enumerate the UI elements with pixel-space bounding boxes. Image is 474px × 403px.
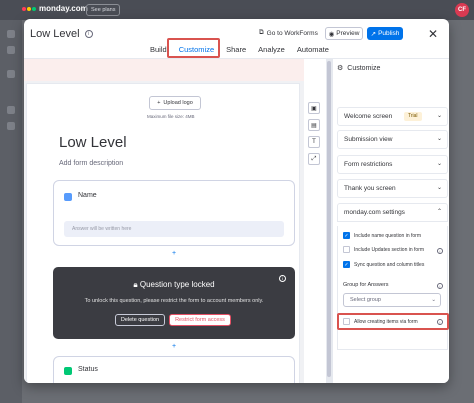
brand-name: monday.com <box>39 4 88 13</box>
checkbox[interactable] <box>343 246 350 253</box>
thank-you-screen-section[interactable]: Thank you screen ⌄ <box>337 179 448 198</box>
plus-icon: + <box>157 100 161 106</box>
include-name-option[interactable]: ✓ Include name question in form <box>343 232 421 239</box>
form-editor-modal: Low Level i Build Customize Share Analyz… <box>24 19 449 383</box>
section-label: Thank you screen <box>344 185 396 192</box>
form-restrictions-section[interactable]: Form restrictions ⌄ <box>337 155 448 174</box>
upload-logo-button[interactable]: + Upload logo <box>149 96 201 110</box>
allow-items-highlight <box>337 313 449 330</box>
delete-question-button[interactable]: Delete question <box>115 314 165 326</box>
expand-icon[interactable]: ⤢ <box>308 153 320 165</box>
logo-icon <box>22 6 36 11</box>
customize-panel: ⚙ Customize Welcome screen Trial ⌄ Submi… <box>332 59 449 383</box>
form-preview: + Upload logo Maximum file size: 4MB Low… <box>24 59 304 383</box>
app-sidebar <box>0 20 22 403</box>
chevron-down-icon: ⌄ <box>436 161 442 167</box>
checkbox-checked[interactable]: ✓ <box>343 232 350 239</box>
chevron-down-icon: ⌄ <box>436 136 442 142</box>
question-title: Name <box>78 192 97 199</box>
sidebar-work-icon[interactable] <box>7 46 15 54</box>
group-for-answers-label: Group for Answers <box>343 282 389 288</box>
add-question-icon[interactable]: + <box>172 250 176 257</box>
form-title[interactable]: Low Level <box>59 134 127 151</box>
option-label: Include Updates section in form <box>354 246 425 253</box>
layout-icon[interactable]: ▤ <box>308 119 320 131</box>
go-to-workforms-link[interactable]: ⧉ Go to WorkForms <box>259 29 318 37</box>
modal-title: Low Level <box>30 28 80 40</box>
go-to-workforms-label: Go to WorkForms <box>266 29 318 37</box>
locked-title-text: Question type locked <box>139 280 215 289</box>
option-label: Sync question and column titles <box>354 261 425 268</box>
max-file-size-note: Maximum file size: 4MB <box>147 114 195 119</box>
form-title-header: Low Level i <box>30 28 93 40</box>
info-icon[interactable]: i <box>437 283 443 289</box>
restrict-form-access-button[interactable]: Restrict form access <box>169 314 231 326</box>
customize-highlight <box>167 38 220 58</box>
trial-badge: Trial <box>404 112 422 121</box>
tab-analyze[interactable]: Analyze <box>252 44 291 57</box>
publish-button[interactable]: ↗ Publish <box>367 27 403 40</box>
preview-button[interactable]: ◉ Preview <box>325 27 363 40</box>
sidebar-home-icon[interactable] <box>7 30 15 38</box>
close-icon[interactable]: ✕ <box>428 27 438 41</box>
welcome-screen-section[interactable]: Welcome screen Trial ⌄ <box>337 107 448 126</box>
sidebar-workspace-icon[interactable] <box>7 70 15 78</box>
section-label: Submission view <box>344 136 393 143</box>
locked-message: To unlock this question, please restrict… <box>84 298 264 304</box>
tab-automate[interactable]: Automate <box>291 44 335 57</box>
chevron-up-icon: ⌃ <box>436 209 442 215</box>
image-icon[interactable]: ▣ <box>308 102 320 114</box>
upload-logo-label: Upload logo <box>163 100 193 106</box>
see-plans-button[interactable]: See plans <box>86 4 121 16</box>
section-label: Form restrictions <box>344 161 393 168</box>
locked-question-overlay: i 🔒︎ Question type locked To unlock this… <box>53 267 295 339</box>
sync-titles-option[interactable]: ✓ Sync question and column titles <box>343 261 424 268</box>
section-label: monday.com settings <box>344 209 405 216</box>
text-question-icon <box>64 193 72 201</box>
submission-view-section[interactable]: Submission view ⌄ <box>337 130 448 149</box>
eye-icon: ◉ <box>328 30 335 38</box>
form-card: + Upload logo Maximum file size: 4MB Low… <box>26 83 300 383</box>
external-link-icon: ⧉ <box>259 29 264 36</box>
chevron-down-icon: ⌄ <box>436 113 442 119</box>
info-icon[interactable]: i <box>437 248 443 254</box>
status-question-icon <box>64 367 72 375</box>
tab-share[interactable]: Share <box>220 44 252 57</box>
form-description[interactable]: Add form description <box>59 160 123 167</box>
group-select-value: Select group <box>350 297 381 303</box>
avatar[interactable]: CF <box>455 3 469 17</box>
question-card-name[interactable]: Name Answer will be written here <box>53 180 295 246</box>
checkbox-checked[interactable]: ✓ <box>343 261 350 268</box>
add-question-icon[interactable]: + <box>172 343 176 350</box>
monday-logo[interactable]: monday.com <box>22 4 88 13</box>
locked-title: 🔒︎ Question type locked <box>53 280 295 290</box>
preview-label: Preview <box>336 30 360 37</box>
sidebar-board-icon[interactable] <box>7 122 15 130</box>
share-icon: ↗ <box>370 30 377 38</box>
answer-placeholder: Answer will be written here <box>64 221 284 237</box>
gear-icon: ⚙ <box>337 65 344 72</box>
text-icon[interactable]: T <box>308 136 320 148</box>
question-card-status[interactable]: Status <box>53 356 295 383</box>
info-icon[interactable]: i <box>84 30 93 38</box>
editor-toolbar: ▣ ▤ T ⤢ <box>304 59 326 383</box>
app-topbar: monday.com See plans CF <box>0 0 474 20</box>
monday-settings-body: ✓ Include name question in form Include … <box>337 226 449 350</box>
panel-header: ⚙ Customize <box>337 64 381 73</box>
monday-settings-section[interactable]: monday.com settings ⌃ <box>337 203 448 222</box>
include-updates-option[interactable]: Include Updates section in form <box>343 246 424 253</box>
publish-label: Publish <box>378 30 400 37</box>
modal-header: Low Level i Build Customize Share Analyz… <box>24 19 449 59</box>
option-label: Include name question in form <box>354 232 421 239</box>
scrollbar-thumb[interactable] <box>327 61 331 377</box>
section-label: Welcome screen <box>344 113 393 120</box>
chevron-down-icon: ⌄ <box>436 185 442 191</box>
sidebar-board-icon[interactable] <box>7 106 15 114</box>
group-select[interactable]: Select group ⌄ <box>343 293 441 307</box>
question-title: Status <box>78 366 98 373</box>
panel-title: Customize <box>347 64 381 72</box>
chevron-down-icon: ⌄ <box>431 297 436 303</box>
form-header-background[interactable] <box>24 59 304 81</box>
